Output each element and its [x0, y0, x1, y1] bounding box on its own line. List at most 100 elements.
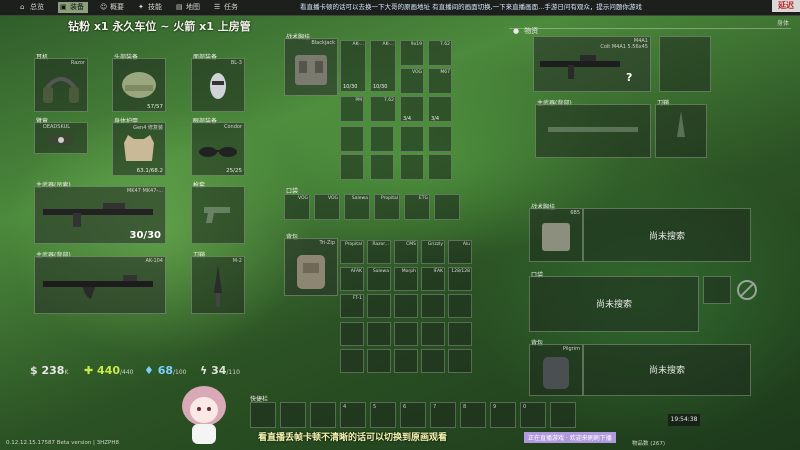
backpack-cell[interactable]: CMS — [394, 240, 418, 264]
quickbar-slot[interactable]: 4 — [340, 402, 366, 428]
backpack-cell[interactable]: Salewa — [367, 267, 391, 291]
pocket-cell[interactable]: VOG — [314, 194, 340, 220]
rig-cell[interactable] — [370, 154, 394, 180]
rig-cell[interactable]: M67 — [428, 68, 452, 94]
tab-skills[interactable]: ✦ 技能 — [136, 2, 166, 13]
item-label: 9x19 — [410, 42, 422, 47]
tab-overview[interactable]: ⌂ 总览 — [18, 2, 48, 13]
rig-cell[interactable]: PM — [340, 96, 364, 122]
pocket-cell[interactable]: Salewa — [344, 194, 370, 220]
holster-slot[interactable] — [191, 186, 245, 244]
backpack-cell[interactable]: FT-1 — [340, 294, 364, 318]
pocket-cell[interactable]: VOG — [284, 194, 310, 220]
armband-slot[interactable]: DEADSKUL — [34, 122, 88, 154]
rig-cell[interactable] — [400, 126, 424, 152]
rig-slot[interactable]: Blackjack — [284, 38, 338, 96]
tab-gear[interactable]: ▣ 装备 — [58, 2, 88, 13]
quickbar-slot[interactable]: 0 — [520, 402, 546, 428]
backpack-cell[interactable] — [448, 294, 472, 318]
tab-tasks[interactable]: ☰ 任务 — [212, 2, 242, 13]
backpack-cell[interactable] — [367, 322, 391, 346]
backpack-cell[interactable]: Razor... — [367, 240, 391, 264]
quickbar-slot[interactable]: 7 — [430, 402, 456, 428]
quickbar-slot[interactable]: 8 — [460, 402, 486, 428]
backpack-cell[interactable]: Alu — [448, 240, 472, 264]
backpack-cell[interactable]: 128/128 — [448, 267, 472, 291]
body-armor-slot[interactable]: Gen4 修复装 63.1/68.2 — [112, 122, 166, 176]
delay-button[interactable]: 延迟 — [772, 0, 800, 12]
loot-dot-icon: ● — [513, 27, 520, 35]
loot-scabbard-slot[interactable] — [655, 104, 707, 158]
backpack-cell[interactable] — [340, 322, 364, 346]
quickbar-key: 9 — [493, 404, 497, 410]
backpack-cell[interactable]: Grizzly — [421, 240, 445, 264]
backpack-cell[interactable] — [448, 322, 472, 346]
headwear-slot[interactable]: 57/57 — [112, 58, 166, 112]
primary-weapon-slot[interactable]: MK47 MK47-... 30/30 — [34, 186, 166, 244]
backpack-cell[interactable] — [421, 322, 445, 346]
loot-pocket-extra-slot[interactable] — [703, 276, 731, 304]
backpack-cell[interactable]: Propital — [340, 240, 364, 264]
pocket-cell[interactable] — [434, 194, 460, 220]
quickbar-slot[interactable]: 6 — [400, 402, 426, 428]
backpack-cell[interactable] — [394, 349, 418, 373]
backpack-cell[interactable]: IFAK — [421, 267, 445, 291]
backpack-cell[interactable] — [340, 349, 364, 373]
backpack-cell[interactable] — [367, 349, 391, 373]
forbidden-icon[interactable] — [737, 280, 757, 300]
backpack-cell[interactable] — [394, 294, 418, 318]
backpack-cell[interactable]: AFAK — [340, 267, 364, 291]
rig-cell[interactable] — [370, 126, 394, 152]
pocket-cell[interactable]: ETG — [404, 194, 430, 220]
quickbar-slot[interactable] — [310, 402, 336, 428]
scabbard-slot[interactable]: M-2 — [191, 256, 245, 314]
backpack-slot[interactable]: Tri-Zip — [284, 238, 338, 296]
face-cover-slot[interactable]: BL-3 — [191, 58, 245, 112]
backpack-cell[interactable] — [367, 294, 391, 318]
item-label: AK-... — [382, 42, 394, 47]
health-stat: ✚ 440/440 — [84, 364, 134, 377]
streamer-avatar — [182, 386, 226, 444]
rig-cell[interactable]: 7.62 — [428, 40, 452, 66]
rig-cell[interactable] — [428, 126, 452, 152]
backpack-cell[interactable] — [421, 294, 445, 318]
quickbar-slot[interactable]: 9 — [490, 402, 516, 428]
rig-cell[interactable] — [428, 154, 452, 180]
person-icon: ☺ — [100, 3, 108, 11]
quickbar-slot[interactable] — [250, 402, 276, 428]
quickbar-slot[interactable] — [550, 402, 576, 428]
item-label: FT-1 — [352, 296, 362, 301]
quickbar-slot[interactable] — [280, 402, 306, 428]
pocket-cell[interactable]: Propital — [374, 194, 400, 220]
rig-cell[interactable]: 9x19 — [400, 40, 424, 66]
rig-cell[interactable] — [340, 154, 364, 180]
loot-empty-slot[interactable] — [659, 36, 711, 92]
item-label: VOG — [411, 70, 422, 75]
loot-backpack-slot[interactable]: Pilgrim — [529, 344, 583, 396]
tab-map[interactable]: ▤ 地图 — [174, 2, 204, 13]
quickbar-slot[interactable]: 5 — [370, 402, 396, 428]
item-label: Propital — [380, 196, 398, 201]
item-label: PM — [355, 98, 362, 103]
backpack-cell[interactable]: Morph — [394, 267, 418, 291]
loot-backpack-container: 尚未搜索 — [583, 344, 751, 396]
ak-rifle-icon — [43, 275, 153, 299]
rig-cell[interactable]: VOG — [400, 68, 424, 94]
rig-cell[interactable] — [340, 126, 364, 152]
eyewear-slot[interactable]: Condor 25/25 — [191, 122, 245, 176]
earpiece-slot[interactable]: Razor — [34, 58, 88, 112]
backpack-cell[interactable] — [394, 322, 418, 346]
tab-summary[interactable]: ☺ 概要 — [98, 2, 128, 13]
backpack-cell[interactable] — [448, 349, 472, 373]
loot-weapon-slot[interactable]: M4A1 Colt M4A1 5.56x45 ? — [533, 36, 651, 92]
loot-rig-slot[interactable]: 6B5 — [529, 208, 583, 262]
backpack-cell[interactable] — [421, 349, 445, 373]
quickbar-key: 4 — [343, 404, 347, 410]
knife-icon — [214, 265, 222, 307]
rig-cell[interactable]: 7.62 — [370, 96, 396, 122]
secondary-weapon-slot[interactable]: AK-104 — [34, 256, 166, 314]
rig-cell[interactable] — [400, 154, 424, 180]
item-label: IFAK — [433, 269, 443, 274]
loot-primary-slot[interactable] — [535, 104, 651, 158]
item-label: ETG — [418, 196, 428, 201]
